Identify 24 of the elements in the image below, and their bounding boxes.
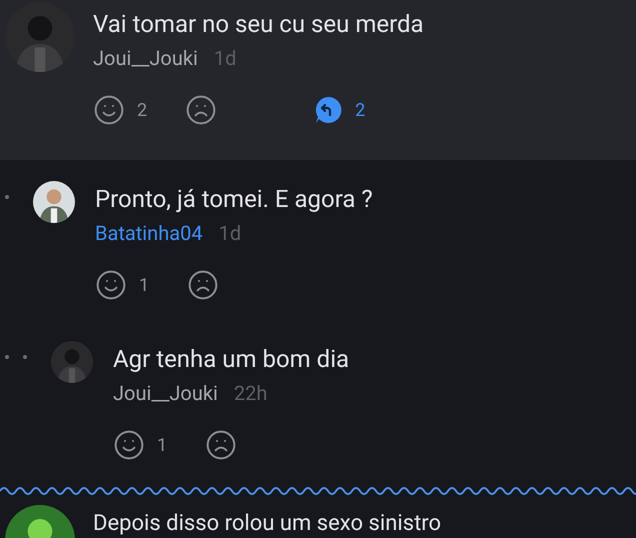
comment-text: Depois disso rolou um sexo sinistro: [93, 511, 442, 537]
author-name[interactable]: Joui__Jouki: [93, 44, 198, 72]
frown-icon: [187, 269, 220, 301]
frown-icon: [205, 429, 238, 461]
timestamp: 1d: [218, 220, 242, 247]
dislike-button[interactable]: [205, 429, 238, 461]
dislike-button[interactable]: [185, 94, 218, 126]
reply-icon: [313, 95, 344, 125]
replies-button[interactable]: 2: [313, 95, 366, 125]
like-button[interactable]: 2: [93, 94, 148, 126]
like-button[interactable]: 1: [95, 269, 150, 301]
comment-text: Agr tenha um bom dia: [113, 344, 350, 375]
comment-text: Vai tomar no seu cu seu merda: [93, 9, 424, 40]
like-button[interactable]: 1: [113, 429, 168, 461]
timestamp: 22h: [234, 380, 268, 407]
smile-icon: [93, 94, 125, 126]
dislike-button[interactable]: [187, 269, 220, 301]
frown-icon: [185, 94, 218, 126]
comment-text: Pronto, já tomei. E agora ?: [95, 184, 373, 215]
smile-icon: [113, 429, 145, 461]
author-name[interactable]: Joui__Jouki: [113, 379, 218, 407]
author-name[interactable]: Batatinha04: [95, 219, 203, 247]
smile-icon: [95, 269, 127, 301]
timestamp: 1d: [214, 45, 236, 72]
